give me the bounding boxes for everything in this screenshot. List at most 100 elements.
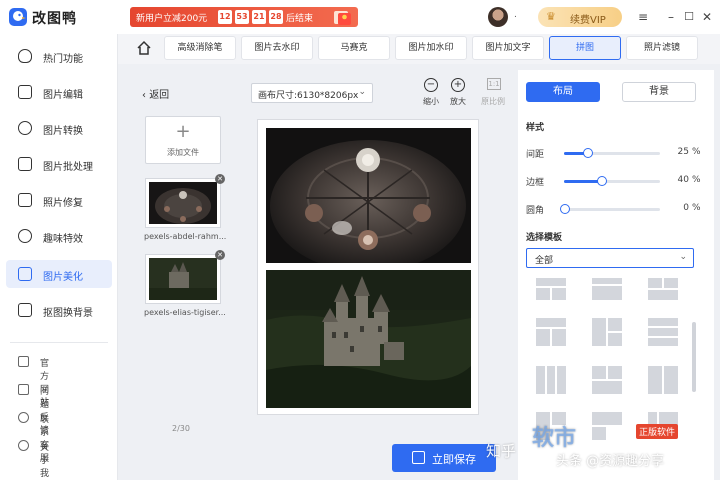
original-ratio-button[interactable]: 1:1 原比例	[480, 78, 506, 108]
radius-slider[interactable]: 圆角 0 %	[526, 202, 702, 216]
page-count: 2/30	[172, 424, 190, 433]
sidebar-item-label: 图片批处理	[43, 162, 93, 173]
back-label: 返回	[149, 90, 170, 101]
app-name: 改图鸭	[32, 11, 77, 27]
footer-item-label: 关于我们	[40, 443, 50, 479]
feedback-icon	[18, 384, 29, 395]
file-thumbnail[interactable]: ✕	[145, 250, 225, 304]
radius-track[interactable]	[560, 204, 660, 214]
close-icon[interactable]: ✕	[698, 8, 716, 26]
menu-icon[interactable]: ≡	[634, 8, 652, 26]
sidebar-item-hot[interactable]: 热门功能	[6, 42, 112, 70]
border-label: 边框	[526, 178, 545, 188]
crown-icon: ♛	[546, 10, 556, 23]
add-file-button[interactable]: + 添加文件	[145, 116, 221, 164]
tab-mosaic[interactable]: 马赛克	[318, 36, 390, 60]
zoom-in-button[interactable]: + 放大	[445, 78, 471, 108]
sidebar-item-label: 图片编辑	[43, 90, 83, 101]
border-track[interactable]	[564, 176, 660, 186]
tab-collage[interactable]: 拼图	[549, 36, 621, 60]
file-thumbnail[interactable]: ✕	[145, 174, 225, 228]
fire-icon	[18, 49, 32, 63]
dome-photo[interactable]	[266, 128, 471, 263]
maximize-icon[interactable]: ☐	[680, 8, 698, 26]
promo-timer-ms: 28	[269, 10, 283, 24]
home-icon[interactable]	[136, 40, 152, 56]
tab-add-text[interactable]: 图片加文字	[472, 36, 544, 60]
tab-layout[interactable]: 布局	[526, 82, 600, 102]
tab-add-watermark[interactable]: 图片加水印	[395, 36, 467, 60]
tab-eraser[interactable]: 高级消除笔	[164, 36, 236, 60]
settings-panel: 布局 背景 样式 间距 25 % 边框 40 % 圆角 0 % 选择模板 全部 …	[518, 70, 714, 480]
zoom-out-button[interactable]: − 缩小	[418, 78, 444, 108]
collage-canvas[interactable]	[257, 119, 479, 415]
style-title: 样式	[526, 123, 545, 133]
sidebar-item-label: 抠图换背景	[43, 308, 93, 319]
avatar[interactable]	[488, 7, 508, 27]
template-item[interactable]	[648, 366, 678, 394]
spacing-track[interactable]	[564, 148, 660, 158]
remove-file-icon[interactable]: ✕	[215, 250, 225, 260]
site-watermark: 软市	[532, 426, 577, 451]
zhihu-watermark: 知乎	[486, 442, 517, 460]
template-value: 全部	[535, 256, 554, 266]
duck-logo-icon	[9, 8, 27, 26]
template-select[interactable]: 全部 ⌄	[526, 248, 694, 268]
tab-background[interactable]: 背景	[622, 82, 696, 102]
sidebar-item-repair[interactable]: 照片修复	[6, 186, 112, 214]
border-unit: %	[692, 175, 701, 185]
castle-photo[interactable]	[266, 270, 471, 408]
cutout-icon	[18, 303, 32, 317]
radius-thumb[interactable]	[560, 204, 570, 214]
radius-value: 0	[683, 203, 689, 213]
spacing-thumb[interactable]	[583, 148, 593, 158]
template-item[interactable]	[592, 278, 622, 306]
spacing-unit: %	[692, 147, 701, 157]
image-convert-icon	[18, 121, 32, 135]
remove-file-icon[interactable]: ✕	[215, 174, 225, 184]
canvas-size-select[interactable]: 画布尺寸:6130*8206px ⌄	[251, 83, 373, 103]
template-item[interactable]	[648, 318, 678, 346]
border-slider[interactable]: 边框 40 %	[526, 174, 702, 188]
save-button[interactable]: 立即保存	[392, 444, 496, 472]
sidebar-item-batch[interactable]: 图片批处理	[6, 150, 112, 178]
template-item[interactable]	[536, 318, 566, 346]
template-item[interactable]	[592, 412, 622, 440]
sparkle-icon	[18, 229, 32, 243]
template-item[interactable]	[536, 278, 566, 306]
sidebar-item-image-convert[interactable]: 图片转换	[6, 114, 112, 142]
spacing-slider[interactable]: 间距 25 %	[526, 146, 702, 160]
license-badge: 正版软件	[636, 424, 679, 439]
user-name[interactable]: .	[514, 10, 517, 20]
spacing-label: 间距	[526, 150, 545, 160]
tab-remove-watermark[interactable]: 图片去水印	[241, 36, 313, 60]
vip-button[interactable]: ♛ 续费VIP	[538, 7, 622, 27]
sidebar-item-label: 照片修复	[43, 198, 83, 209]
sidebar-item-beautify[interactable]: 图片美化	[6, 260, 112, 288]
image-edit-icon	[18, 85, 32, 99]
plus-icon: +	[175, 121, 191, 142]
save-label: 立即保存	[432, 453, 476, 466]
toutiao-watermark: 头条 @资源趣分享	[556, 454, 665, 469]
template-item[interactable]	[592, 318, 622, 346]
tab-filter[interactable]: 照片滤镜	[626, 36, 698, 60]
sidebar-item-label: 图片美化	[43, 272, 83, 283]
vip-label: 续费VIP	[570, 15, 606, 26]
template-item[interactable]	[592, 366, 622, 394]
border-thumb[interactable]	[597, 176, 607, 186]
sidebar-item-label: 热门功能	[43, 54, 83, 65]
beautify-icon	[18, 267, 32, 281]
zoom-out-icon: −	[424, 78, 438, 92]
batch-icon	[18, 157, 32, 171]
template-scrollbar[interactable]	[692, 322, 696, 392]
sidebar-item-image-edit[interactable]: 图片编辑	[6, 78, 112, 106]
promo-timer-minutes: 53	[235, 10, 249, 24]
sidebar-item-effects[interactable]: 趣味特效	[6, 222, 112, 250]
minimize-icon[interactable]: –	[662, 8, 680, 26]
template-item[interactable]	[536, 366, 566, 394]
sidebar-item-cutout[interactable]: 抠图换背景	[6, 296, 112, 324]
template-item[interactable]	[648, 278, 678, 306]
promo-suffix: 后结束	[286, 14, 314, 24]
promo-banner[interactable]: 新用户立减200元 12 53 21 28 后结束	[130, 7, 358, 27]
back-button[interactable]: ‹ 返回	[142, 86, 169, 101]
